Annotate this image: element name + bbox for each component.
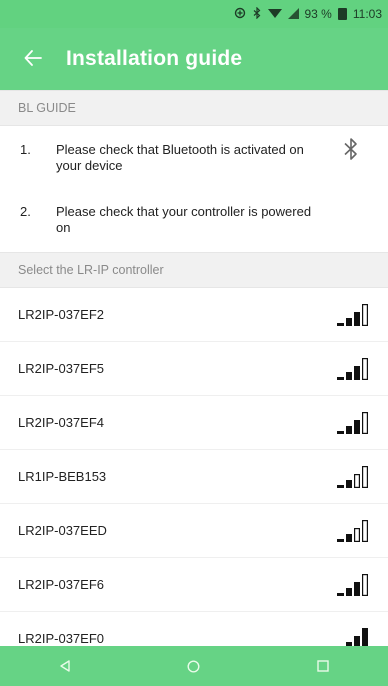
device-list: LR2IP-037EF2 LR2IP-037EF5 LR2IP-037EF4 L… <box>0 288 388 666</box>
square-recents-icon <box>317 660 330 672</box>
signal-bar-1 <box>337 538 344 542</box>
signal-bar-4 <box>362 303 369 326</box>
device-name: LR1IP-BEB153 <box>18 469 107 484</box>
signal-strength-icon <box>337 357 369 380</box>
section-header-guide: BL GUIDE <box>0 90 388 126</box>
nav-back-button[interactable] <box>40 646 90 686</box>
wifi-icon <box>267 7 282 21</box>
signal-bar-3 <box>354 581 360 596</box>
app-bar: Installation guide <box>0 28 388 90</box>
signal-strength-icon <box>337 465 369 488</box>
signal-bar-1 <box>337 376 344 380</box>
device-item[interactable]: LR2IP-037EF6 <box>0 558 388 612</box>
step-text: Please check that Bluetooth is activated… <box>56 142 304 173</box>
section-header-select: Select the LR-IP controller <box>0 252 388 288</box>
signal-bar-4 <box>362 465 369 488</box>
device-name: LR2IP-037EF4 <box>18 415 104 430</box>
signal-strength-icon <box>337 411 369 434</box>
device-name: LR2IP-037EF6 <box>18 577 104 592</box>
nav-home-button[interactable] <box>169 646 219 686</box>
guide-steps: 1. Please check that Bluetooth is activa… <box>0 126 388 252</box>
clock: 11:03 <box>352 7 382 21</box>
device-name: LR2IP-037EED <box>18 523 107 538</box>
device-item[interactable]: LR2IP-037EF5 <box>0 342 388 396</box>
nav-recents-button[interactable] <box>298 646 348 686</box>
signal-bar-4 <box>362 519 369 542</box>
triangle-back-icon <box>59 660 70 672</box>
signal-bar-1 <box>337 322 344 326</box>
signal-bar-3 <box>354 311 360 326</box>
step-number: 1. <box>20 142 31 157</box>
signal-bar-4 <box>362 411 369 434</box>
device-name: LR2IP-037EF5 <box>18 361 104 376</box>
step-text: Please check that your controller is pow… <box>56 204 312 235</box>
page-title: Installation guide <box>66 47 243 70</box>
signal-strength-icon <box>337 519 369 542</box>
signal-bar-2 <box>346 425 352 434</box>
device-name: LR2IP-037EF2 <box>18 307 104 322</box>
device-item[interactable]: LR2IP-037EF4 <box>0 396 388 450</box>
bluetooth-status-icon <box>252 6 262 21</box>
signal-strength-icon <box>337 573 369 596</box>
arrow-left-icon <box>24 50 42 66</box>
guide-step-2: 2. Please check that your controller is … <box>0 204 388 236</box>
data-saver-icon <box>234 7 246 21</box>
device-item[interactable]: LR2IP-037EED <box>0 504 388 558</box>
signal-bar-4 <box>362 573 369 596</box>
signal-bar-2 <box>346 371 352 380</box>
cell-signal-icon <box>287 7 299 21</box>
signal-bar-1 <box>337 430 344 434</box>
back-button[interactable] <box>0 46 66 72</box>
battery-percent: 93 % <box>304 7 332 21</box>
device-item[interactable]: LR2IP-037EF2 <box>0 288 388 342</box>
step-number: 2. <box>20 204 31 219</box>
device-name: LR2IP-037EF0 <box>18 631 104 646</box>
status-bar: 93 % 11:03 <box>0 0 388 28</box>
signal-bar-2 <box>346 587 352 596</box>
bluetooth-icon <box>344 138 357 160</box>
signal-bar-2 <box>346 533 352 542</box>
navigation-bar <box>0 646 388 686</box>
signal-bar-2 <box>346 317 352 326</box>
circle-home-icon <box>187 659 200 673</box>
signal-bar-3 <box>354 473 361 488</box>
signal-bar-1 <box>337 592 344 596</box>
device-item[interactable]: LR1IP-BEB153 <box>0 450 388 504</box>
signal-bar-3 <box>354 527 361 542</box>
signal-bar-3 <box>354 365 360 380</box>
signal-bar-4 <box>362 357 369 380</box>
signal-bar-1 <box>337 484 344 488</box>
signal-bar-3 <box>354 419 360 434</box>
signal-bar-2 <box>346 479 352 488</box>
battery-icon <box>337 8 347 20</box>
signal-strength-icon <box>337 303 369 326</box>
guide-step-1: 1. Please check that Bluetooth is activa… <box>0 142 388 174</box>
